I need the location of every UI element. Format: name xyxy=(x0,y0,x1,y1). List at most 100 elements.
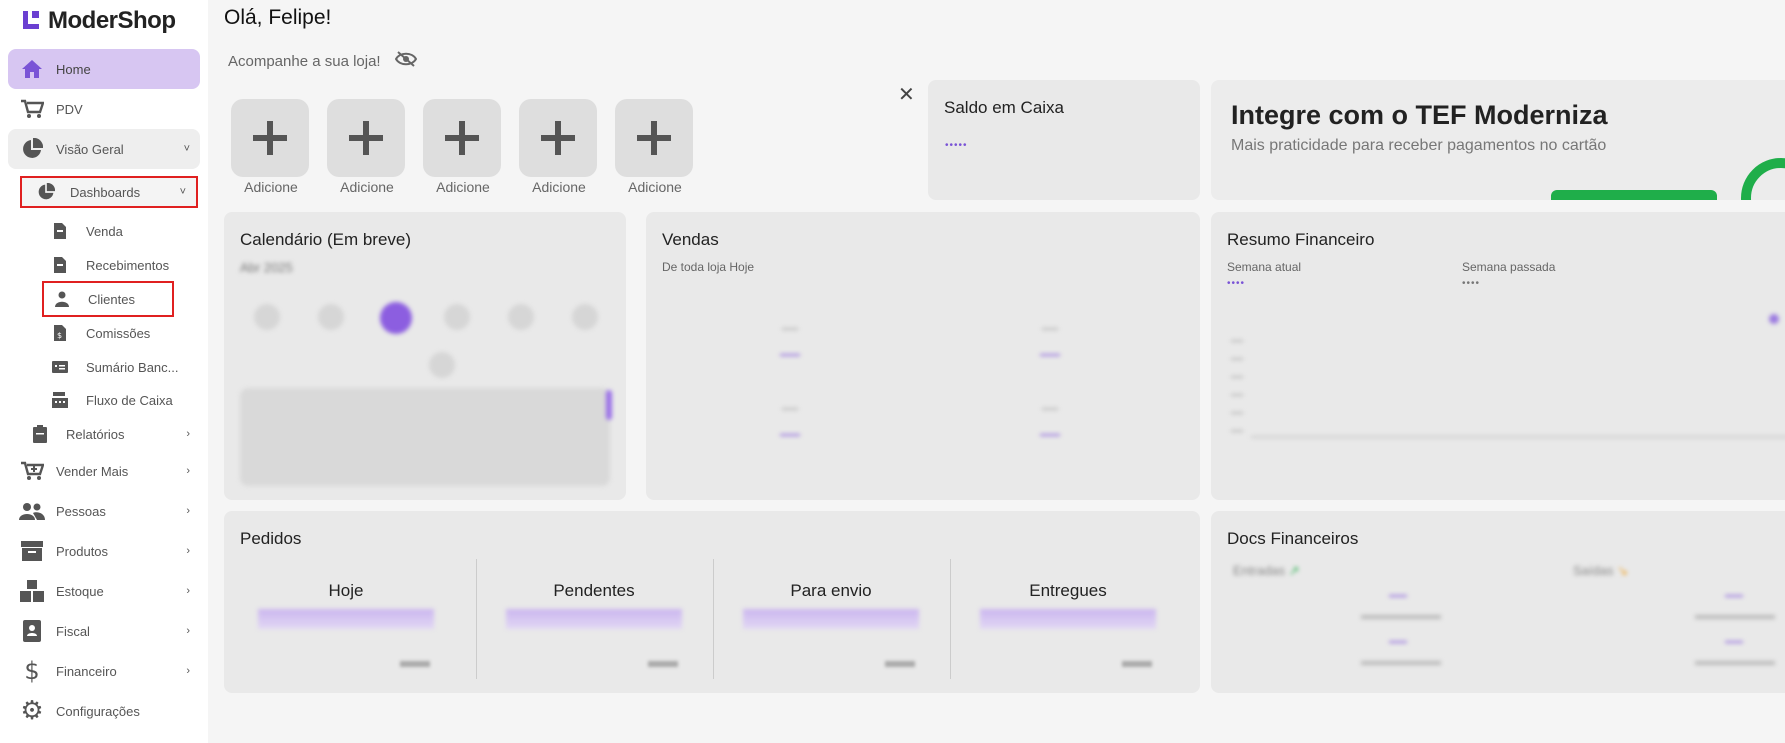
sidebar-item-label: Home xyxy=(56,61,91,77)
calendar-events xyxy=(240,388,612,486)
card-title: Calendário (Em breve) xyxy=(240,230,412,249)
card-title: Resumo Financeiro xyxy=(1227,230,1375,249)
logo-icon xyxy=(20,9,44,33)
semana-passada-value: •••• xyxy=(1462,278,1481,289)
dollar-icon: $ xyxy=(24,657,40,685)
saldo-value: ••••• xyxy=(945,140,968,151)
chevron-right-icon: › xyxy=(186,625,190,637)
docs-entradas-text: Entradas xyxy=(1233,563,1286,578)
people-icon xyxy=(18,500,46,522)
gear-icon: ⚙ xyxy=(20,696,44,726)
sidebar-item-label: Dashboards xyxy=(70,184,141,200)
vendas-card: Vendas De toda loja Hoje xyxy=(646,212,1200,500)
subtitle-text: Acompanhe a sua loja! xyxy=(228,52,381,70)
sidebar-item-produtos[interactable]: Produtos › xyxy=(8,531,200,571)
quick-action[interactable]: Adicione xyxy=(615,99,695,195)
sidebar-item-pessoas[interactable]: Pessoas › xyxy=(8,491,200,531)
sidebar-sub-fluxo[interactable]: Fluxo de Caixa xyxy=(50,386,173,414)
quick-action[interactable]: Adicione xyxy=(519,99,599,195)
semana-passada-label: Semana passada xyxy=(1462,260,1556,274)
chevron-right-icon: › xyxy=(186,585,190,597)
sidebar-item-financeiro[interactable]: $ Financeiro › xyxy=(8,651,200,691)
docs-card: Docs Financeiros Entradas ↗ Saídas ↘ xyxy=(1211,511,1785,693)
sidebar-item-label: PDV xyxy=(56,101,83,117)
logo-text: ModerShop xyxy=(48,7,176,34)
tef-banner[interactable]: Integre com o TEF Moderniza Mais pratici… xyxy=(1211,80,1785,200)
money-document-icon: $ xyxy=(50,324,70,342)
pedidos-pendentes[interactable]: Pendentes xyxy=(476,559,712,679)
sidebar-sub-clientes[interactable]: Clientes xyxy=(42,281,174,317)
logo[interactable]: ModerShop xyxy=(20,6,176,36)
sidebar-item-label: Visão Geral xyxy=(56,141,124,157)
id-card-icon xyxy=(18,620,46,642)
sidebar-sub-label: Sumário Banc... xyxy=(86,359,179,375)
pedidos-card: Pedidos Hoje Pendentes Para envio Entreg… xyxy=(224,511,1200,693)
sidebar-sub-comissoes[interactable]: $ Comissões xyxy=(50,319,150,347)
chevron-right-icon: › xyxy=(186,428,190,440)
pie-chart-icon xyxy=(32,181,60,203)
close-icon[interactable]: ✕ xyxy=(898,82,915,107)
resumo-card: Resumo Financeiro Semana atual •••• Sema… xyxy=(1211,212,1785,500)
sidebar-item-vender-mais[interactable]: Vender Mais › xyxy=(8,451,200,491)
pedidos-value-placeholder xyxy=(506,609,682,629)
quick-action-label: Adicione xyxy=(436,179,490,195)
pedidos-value-placeholder xyxy=(743,609,919,629)
pedidos-col-title: Entregues xyxy=(1029,581,1107,600)
banner-cta-button[interactable] xyxy=(1551,190,1717,200)
sidebar-item-relatorios[interactable]: Relatórios › xyxy=(8,414,200,454)
sidebar-sub-recebimentos[interactable]: Recebimentos xyxy=(50,251,169,279)
sidebar-item-home[interactable]: Home xyxy=(8,49,200,89)
quick-action-button[interactable] xyxy=(327,99,405,177)
sidebar-sub-sumario[interactable]: Sumário Banc... xyxy=(50,353,179,381)
calendar-month: Abr 2025 xyxy=(240,260,293,275)
sidebar: ModerShop Home PDV Visão Geral ˅ Dashboa… xyxy=(0,0,208,743)
quick-action-label: Adicione xyxy=(340,179,394,195)
plus-icon xyxy=(349,121,383,155)
sidebar-sub-label: Fluxo de Caixa xyxy=(86,392,173,408)
sidebar-item-label: Estoque xyxy=(56,583,104,599)
docs-entradas-label: Entradas ↗ xyxy=(1233,563,1300,578)
pedidos-hoje[interactable]: Hoje xyxy=(228,559,464,679)
sidebar-item-pdv[interactable]: PDV xyxy=(8,89,200,129)
sidebar-item-configuracoes[interactable]: ⚙ Configurações xyxy=(8,691,200,731)
quick-action-button[interactable] xyxy=(519,99,597,177)
sidebar-item-estoque[interactable]: Estoque › xyxy=(8,571,200,611)
pedidos-para-envio[interactable]: Para envio xyxy=(713,559,949,679)
page-subtitle: Acompanhe a sua loja! xyxy=(228,51,417,71)
pie-chart-icon xyxy=(18,138,46,160)
quick-action[interactable]: Adicione xyxy=(231,99,311,195)
quick-action[interactable]: Adicione xyxy=(327,99,407,195)
page-title: Olá, Felipe! xyxy=(224,6,332,29)
semana-atual-label: Semana atual xyxy=(1227,260,1302,274)
clipboard-icon xyxy=(26,423,54,445)
pedidos-col-title: Hoje xyxy=(328,581,364,600)
sidebar-sub-label: Clientes xyxy=(88,291,135,307)
sidebar-item-fiscal[interactable]: Fiscal › xyxy=(8,611,200,651)
quick-action-button[interactable] xyxy=(231,99,309,177)
plus-icon xyxy=(445,121,479,155)
sidebar-sub-venda[interactable]: Venda xyxy=(50,217,123,245)
chevron-right-icon: › xyxy=(186,505,190,517)
sidebar-sub-label: Recebimentos xyxy=(86,257,170,273)
main-content: Olá, Felipe! Acompanhe a sua loja! Adici… xyxy=(208,0,1785,743)
pedidos-entregues[interactable]: Entregues xyxy=(950,559,1186,679)
chevron-right-icon: › xyxy=(186,665,190,677)
quick-action[interactable]: Adicione xyxy=(423,99,503,195)
pedidos-small-placeholder xyxy=(1122,661,1152,667)
sidebar-item-dashboards[interactable]: Dashboards ˅ xyxy=(20,176,198,208)
sidebar-item-label: Pessoas xyxy=(56,503,106,519)
quick-action-button[interactable] xyxy=(423,99,501,177)
quick-action-label: Adicione xyxy=(628,179,682,195)
pedidos-small-placeholder xyxy=(400,661,430,667)
sidebar-item-visao-geral[interactable]: Visão Geral ˅ xyxy=(8,129,200,169)
cart-plus-icon xyxy=(18,460,46,482)
pedidos-col-title: Para envio xyxy=(790,581,872,600)
docs-saidas-text: Saídas xyxy=(1573,563,1614,578)
plus-icon xyxy=(637,121,671,155)
document-icon xyxy=(50,256,70,274)
chevron-down-icon: ˅ xyxy=(183,143,190,155)
docs-saidas-label: Saídas ↘ xyxy=(1573,563,1629,578)
quick-action-button[interactable] xyxy=(615,99,693,177)
eye-off-icon[interactable] xyxy=(394,51,417,71)
pedidos-value-placeholder xyxy=(980,609,1156,629)
